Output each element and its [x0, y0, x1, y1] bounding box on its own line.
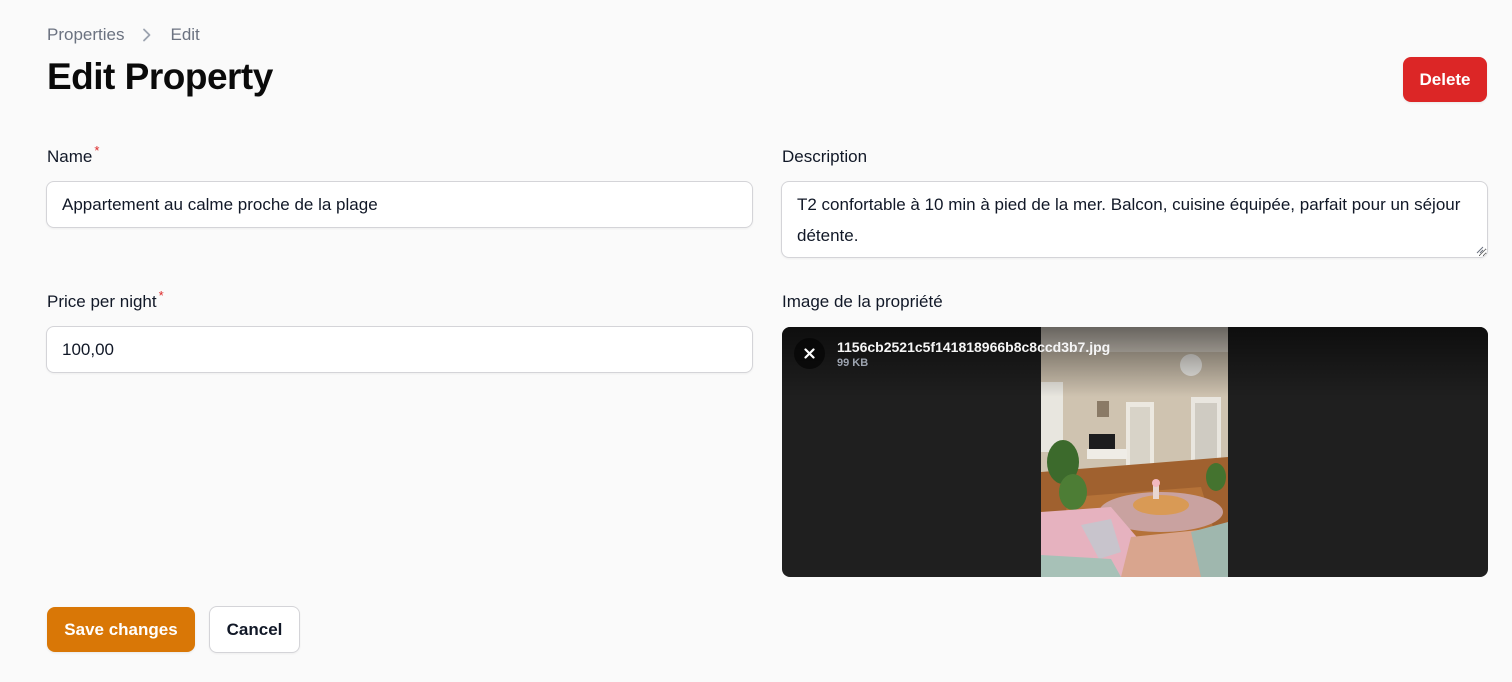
- image-label: Image de la propriété: [782, 292, 943, 311]
- close-icon: [804, 348, 815, 359]
- file-size: 99 KB: [837, 357, 869, 369]
- cancel-button[interactable]: Cancel: [209, 606, 300, 653]
- description-text: T2 confortable à 10 min à pied de la mer…: [797, 195, 1461, 245]
- price-label-text: Price per night: [47, 292, 157, 311]
- price-label: Price per night *: [47, 288, 164, 312]
- edit-property-page: Properties Edit Edit Property Delete Nam…: [0, 0, 1512, 682]
- image-uploader[interactable]: 1156cb2521c5f141818966b8c8ccd3b7.jpg 99 …: [782, 327, 1488, 577]
- image-overlay-gradient: [782, 327, 1488, 397]
- file-name: 1156cb2521c5f141818966b8c8ccd3b7.jpg: [837, 339, 1111, 355]
- name-label: Name *: [47, 143, 99, 167]
- page-title: Edit Property: [47, 56, 273, 97]
- breadcrumb-item-edit: Edit: [170, 25, 200, 44]
- name-input[interactable]: [46, 181, 753, 228]
- description-textarea[interactable]: T2 confortable à 10 min à pied de la mer…: [781, 181, 1488, 258]
- delete-button[interactable]: Delete: [1403, 57, 1487, 102]
- breadcrumb-item-properties[interactable]: Properties: [47, 25, 124, 45]
- breadcrumb: Properties Edit: [47, 25, 200, 45]
- description-label: Description: [782, 147, 868, 166]
- chevron-right-icon: [124, 28, 170, 42]
- resize-handle-icon[interactable]: [1475, 245, 1484, 254]
- save-changes-button[interactable]: Save changes: [47, 607, 195, 652]
- required-mark: *: [158, 288, 164, 303]
- required-mark: *: [94, 143, 100, 158]
- name-label-text: Name: [47, 147, 93, 166]
- price-input[interactable]: [46, 326, 753, 373]
- remove-file-button[interactable]: [794, 338, 825, 369]
